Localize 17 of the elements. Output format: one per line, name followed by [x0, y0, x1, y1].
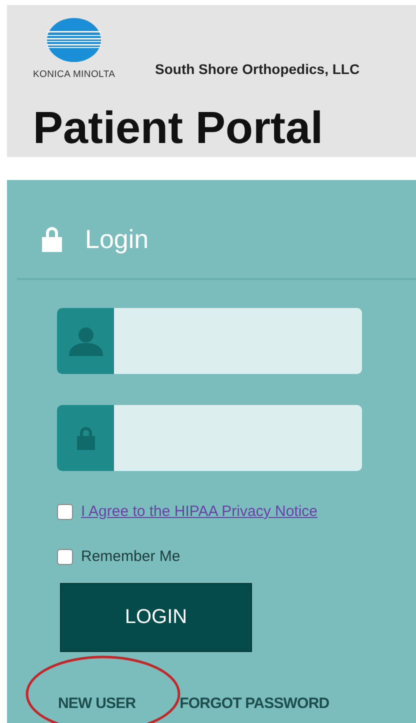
- login-title: Login: [85, 224, 149, 254]
- login-button[interactable]: LOGIN: [60, 583, 252, 652]
- logo-icon: [46, 17, 102, 63]
- lock-icon: [41, 226, 63, 252]
- checkbox-label: Remember Me: [81, 548, 180, 565]
- company-name: South Shore Orthopedics, LLC: [155, 61, 360, 77]
- hipaa-link[interactable]: I Agree to the HIPAA Privacy Notice: [81, 503, 318, 520]
- checkbox[interactable]: [57, 548, 73, 564]
- forgot-password-link[interactable]: FORGOT PASSWORD: [180, 695, 330, 712]
- new-user-link[interactable]: NEW USER: [58, 695, 136, 712]
- page-title: Patient Portal: [33, 105, 324, 150]
- checkbox[interactable]: [57, 504, 73, 520]
- username-field[interactable]: [57, 308, 362, 374]
- user-icon: [68, 326, 102, 356]
- logo-text: KONICA MINOLTA: [33, 69, 116, 80]
- lock-icon: [76, 426, 94, 450]
- password-field[interactable]: [57, 405, 362, 471]
